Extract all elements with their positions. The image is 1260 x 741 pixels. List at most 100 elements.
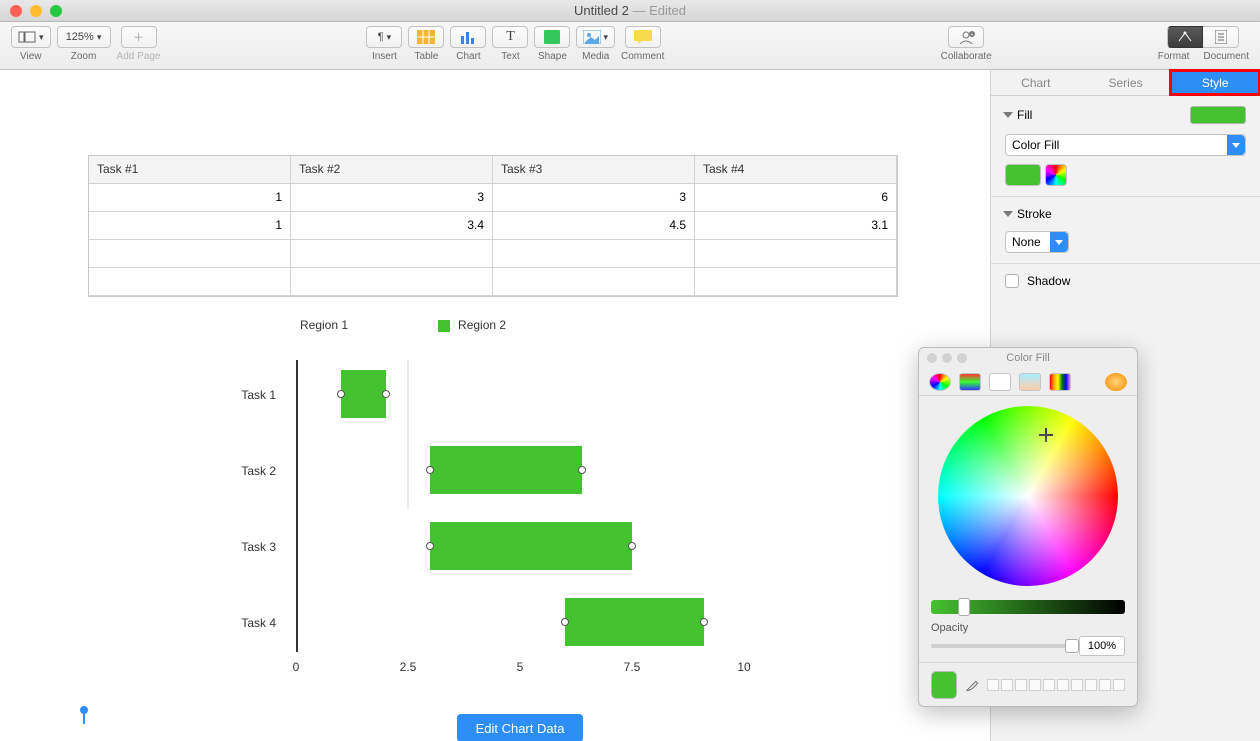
fill-preview xyxy=(1190,106,1246,124)
view-button[interactable]: ▾ xyxy=(11,26,51,48)
tab-chart[interactable]: Chart xyxy=(991,70,1081,95)
fill-label: Fill xyxy=(1017,108,1032,122)
media-button[interactable]: ▾ xyxy=(576,26,615,48)
collaborate-label: Collaborate xyxy=(941,51,992,62)
shape-button[interactable] xyxy=(534,26,570,48)
picker-mode-pencils[interactable] xyxy=(1049,373,1071,391)
slider-thumb[interactable] xyxy=(1065,639,1079,653)
opacity-value[interactable]: 100% xyxy=(1079,636,1125,656)
table-header[interactable]: Task #3 xyxy=(493,156,695,184)
picker-mode-palette[interactable] xyxy=(989,373,1011,391)
format-label: Format xyxy=(1158,51,1190,62)
table-cell[interactable] xyxy=(493,240,695,268)
current-color-swatch[interactable] xyxy=(931,671,957,699)
table-cell[interactable]: 3 xyxy=(493,184,695,212)
edit-chart-data-button[interactable]: Edit Chart Data xyxy=(457,714,583,741)
table-cell[interactable] xyxy=(89,240,291,268)
table-cell[interactable] xyxy=(695,240,897,268)
toolbar: ▾ View 125%▾ Zoom ＋ Add Page ¶ ▾ Insert … xyxy=(0,22,1260,70)
disclosure-icon[interactable] xyxy=(1003,211,1013,217)
table-cell[interactable] xyxy=(291,268,493,296)
table-cell[interactable]: 3.4 xyxy=(291,212,493,240)
chart-bar[interactable] xyxy=(565,598,704,646)
fill-type-select[interactable]: Color Fill xyxy=(1005,134,1246,156)
color-crosshair-icon[interactable] xyxy=(1039,428,1053,442)
table-cell[interactable] xyxy=(291,240,493,268)
brightness-slider[interactable] xyxy=(931,600,1125,614)
picker-mode-wheel[interactable] xyxy=(929,373,951,391)
tab-series[interactable]: Series xyxy=(1081,70,1171,95)
bar-handle[interactable] xyxy=(628,542,636,550)
stroke-select[interactable]: None xyxy=(1005,231,1069,253)
table-header[interactable]: Task #4 xyxy=(695,156,897,184)
table-cell[interactable]: 3 xyxy=(291,184,493,212)
table-cell[interactable] xyxy=(695,268,897,296)
zoom-label: Zoom xyxy=(71,51,97,62)
bar-handle[interactable] xyxy=(426,466,434,474)
table-header[interactable]: Task #1 xyxy=(89,156,291,184)
table-header[interactable]: Task #2 xyxy=(291,156,493,184)
document-canvas[interactable]: Task #1 Task #2 Task #3 Task #4 1 3 3 6 … xyxy=(0,70,990,741)
bar-handle[interactable] xyxy=(337,390,345,398)
color-wheel[interactable] xyxy=(938,406,1118,586)
bar-handle[interactable] xyxy=(561,618,569,626)
color-picker-button[interactable] xyxy=(1045,164,1067,186)
document-label: Document xyxy=(1203,51,1249,62)
shadow-checkbox[interactable] xyxy=(1005,274,1019,288)
color-well[interactable] xyxy=(1005,164,1041,186)
text-button[interactable]: T xyxy=(492,26,528,48)
media-label: Media xyxy=(582,51,609,62)
y-label: Task 3 xyxy=(216,540,276,554)
table-cell[interactable]: 3.1 xyxy=(695,212,897,240)
chart-bar[interactable] xyxy=(341,370,386,418)
swatch-wells[interactable] xyxy=(987,679,1125,691)
table-button[interactable] xyxy=(408,26,444,48)
table-cell[interactable] xyxy=(89,268,291,296)
bar-handle[interactable] xyxy=(382,390,390,398)
shadow-label: Shadow xyxy=(1027,274,1070,288)
picker-mode-sliders[interactable] xyxy=(959,373,981,391)
table-cell[interactable]: 4.5 xyxy=(493,212,695,240)
legend-swatch-icon xyxy=(438,320,450,332)
bar-handle[interactable] xyxy=(578,466,586,474)
color-picker-popover[interactable]: Color Fill Opacity 100% xyxy=(918,347,1138,707)
zoom-button[interactable]: 125%▾ xyxy=(57,26,111,48)
collaborate-button[interactable]: + xyxy=(948,26,984,48)
chart-bar[interactable] xyxy=(430,446,582,494)
y-label: Task 1 xyxy=(216,388,276,402)
chart-button[interactable] xyxy=(450,26,486,48)
disclosure-icon[interactable] xyxy=(1003,112,1013,118)
chart-label: Chart xyxy=(456,51,480,62)
gantt-chart[interactable]: Task 1 Task 2 Task 3 Task 4 0 2.5 5 7.5 … xyxy=(218,360,778,692)
table-cell[interactable] xyxy=(493,268,695,296)
table-label: Table xyxy=(415,51,439,62)
picker-mode-image[interactable] xyxy=(1019,373,1041,391)
comment-button[interactable] xyxy=(625,26,661,48)
format-button[interactable] xyxy=(1167,26,1203,48)
legend-region1: Region 1 xyxy=(300,318,348,332)
tab-style[interactable]: Style xyxy=(1170,70,1260,95)
slider-thumb[interactable] xyxy=(958,598,970,616)
document-button[interactable] xyxy=(1203,26,1239,48)
table-cell[interactable]: 1 xyxy=(89,184,291,212)
x-label: 0 xyxy=(293,660,300,674)
insert-button[interactable]: ¶ ▾ xyxy=(366,26,402,48)
table-cell[interactable]: 1 xyxy=(89,212,291,240)
opacity-slider[interactable] xyxy=(931,644,1073,648)
legend-region2: Region 2 xyxy=(458,318,506,332)
view-label: View xyxy=(20,51,42,62)
add-page-button[interactable]: ＋ xyxy=(121,26,157,48)
window-title: Untitled 2 — Edited xyxy=(0,3,1260,18)
svg-text:+: + xyxy=(971,32,974,38)
bar-handle[interactable] xyxy=(700,618,708,626)
picker-favorite-icon[interactable] xyxy=(1105,373,1127,391)
text-label: Text xyxy=(501,51,519,62)
chart-bar[interactable] xyxy=(430,522,632,570)
table-cell[interactable]: 6 xyxy=(695,184,897,212)
add-page-label: Add Page xyxy=(117,51,161,62)
bar-handle[interactable] xyxy=(426,542,434,550)
data-table[interactable]: Task #1 Task #2 Task #3 Task #4 1 3 3 6 … xyxy=(88,155,898,297)
x-label: 7.5 xyxy=(624,660,641,674)
eyedropper-icon[interactable] xyxy=(965,677,979,693)
y-label: Task 2 xyxy=(216,464,276,478)
